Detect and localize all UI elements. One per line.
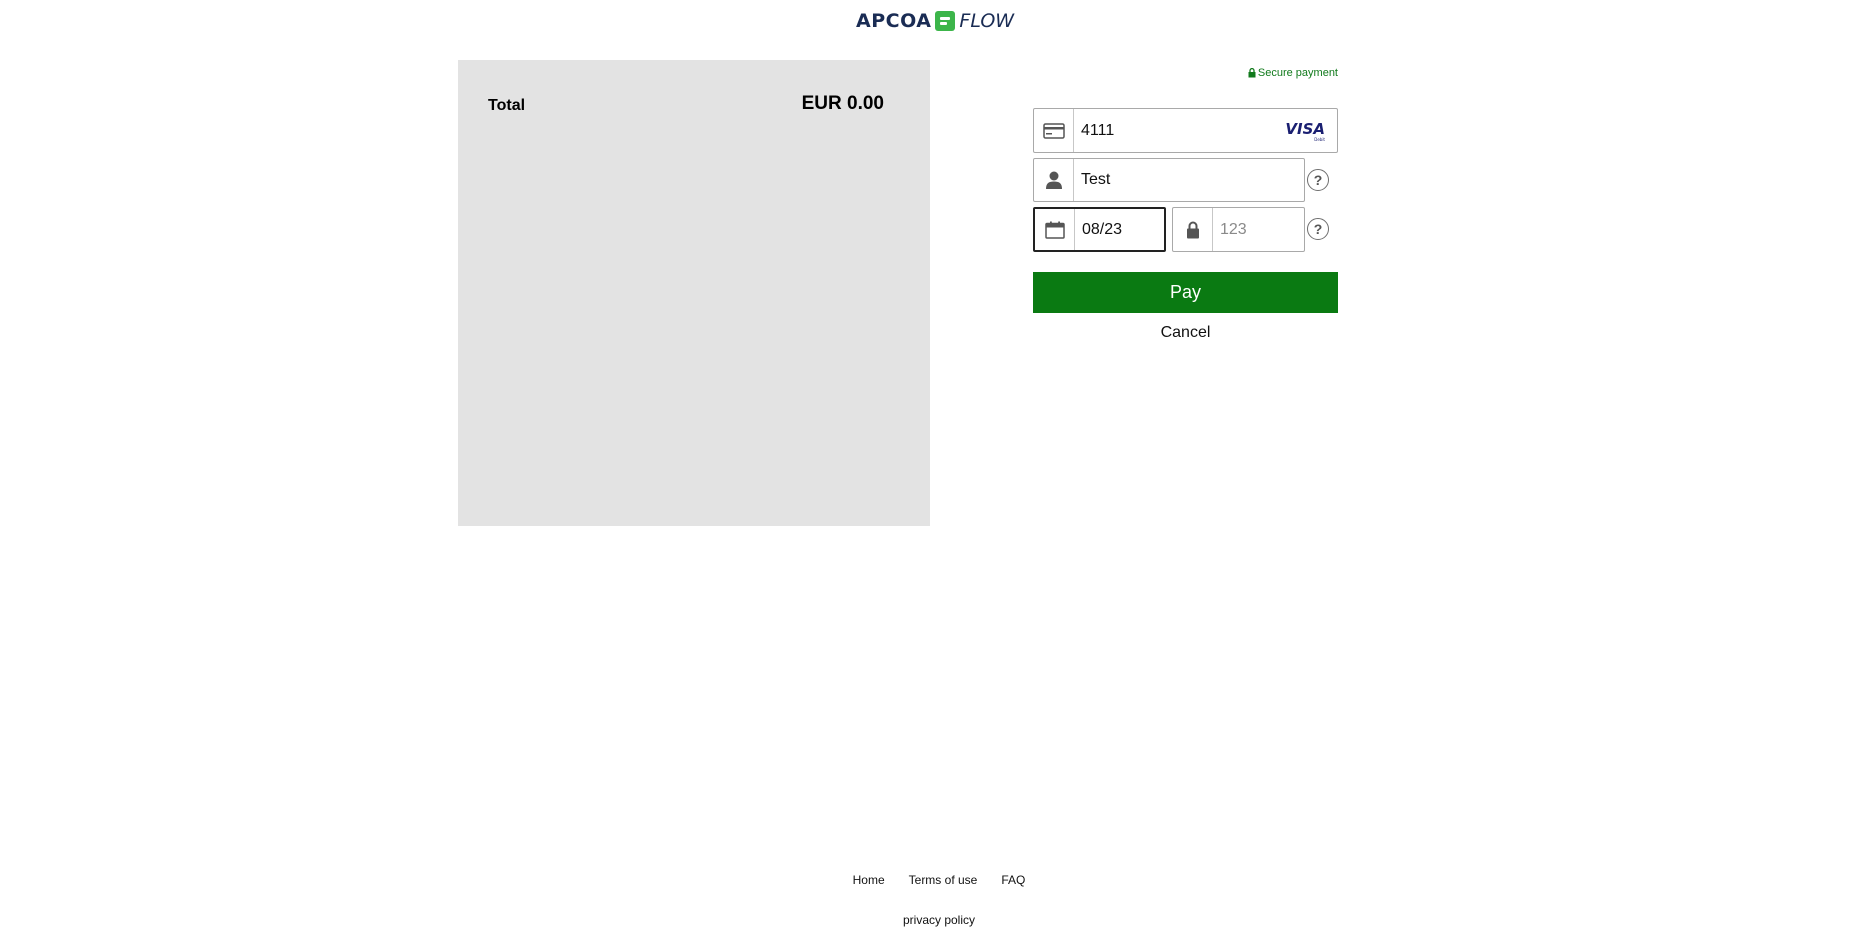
expiry-date-field[interactable] [1033, 207, 1166, 252]
lock-icon [1173, 208, 1213, 251]
calendar-icon [1035, 209, 1075, 250]
footer-links: Home Terms of use FAQ [0, 873, 1853, 887]
order-summary-panel: Total EUR 0.00 [458, 60, 930, 526]
person-icon [1034, 159, 1074, 201]
visa-logo: VISA Debit [1285, 120, 1325, 142]
brand-suffix: FLOW [959, 10, 1015, 32]
cardholder-name-field[interactable] [1033, 158, 1305, 202]
secure-payment-label: Secure payment [1257, 67, 1338, 79]
footer-link-privacy[interactable]: privacy policy [0, 913, 1853, 927]
flow-logo-icon [935, 11, 956, 31]
cvc-input[interactable] [1213, 208, 1304, 251]
cvc-field[interactable] [1172, 207, 1305, 252]
total-amount: EUR 0.00 [801, 93, 884, 114]
credit-card-icon [1034, 109, 1074, 152]
card-brand: VISA [1285, 120, 1325, 138]
cvc-help-icon[interactable]: ? [1307, 218, 1329, 240]
footer-link-terms[interactable]: Terms of use [897, 873, 990, 887]
payment-page: APCOA FLOW Total EUR 0.00 Secure payment… [0, 0, 1853, 928]
card-brand-sub: Debit [1314, 137, 1325, 142]
card-number-field[interactable]: VISADebit [1033, 108, 1338, 153]
lock-icon [1248, 68, 1256, 78]
total-label: Total [488, 97, 526, 114]
apcoa-flow-logo[interactable]: APCOA FLOW [856, 9, 1014, 33]
footer-link-home[interactable]: Home [841, 873, 897, 887]
cardholder-name-input[interactable] [1074, 159, 1304, 201]
cancel-link[interactable]: Cancel [1033, 324, 1338, 342]
secure-payment-badge: Secure payment [1240, 67, 1338, 79]
cardholder-help-icon[interactable]: ? [1307, 169, 1329, 191]
brand-name: APCOA [856, 10, 932, 32]
expiry-date-input[interactable] [1075, 209, 1164, 250]
footer-link-faq[interactable]: FAQ [989, 873, 1037, 887]
pay-button[interactable]: Pay [1033, 272, 1338, 313]
